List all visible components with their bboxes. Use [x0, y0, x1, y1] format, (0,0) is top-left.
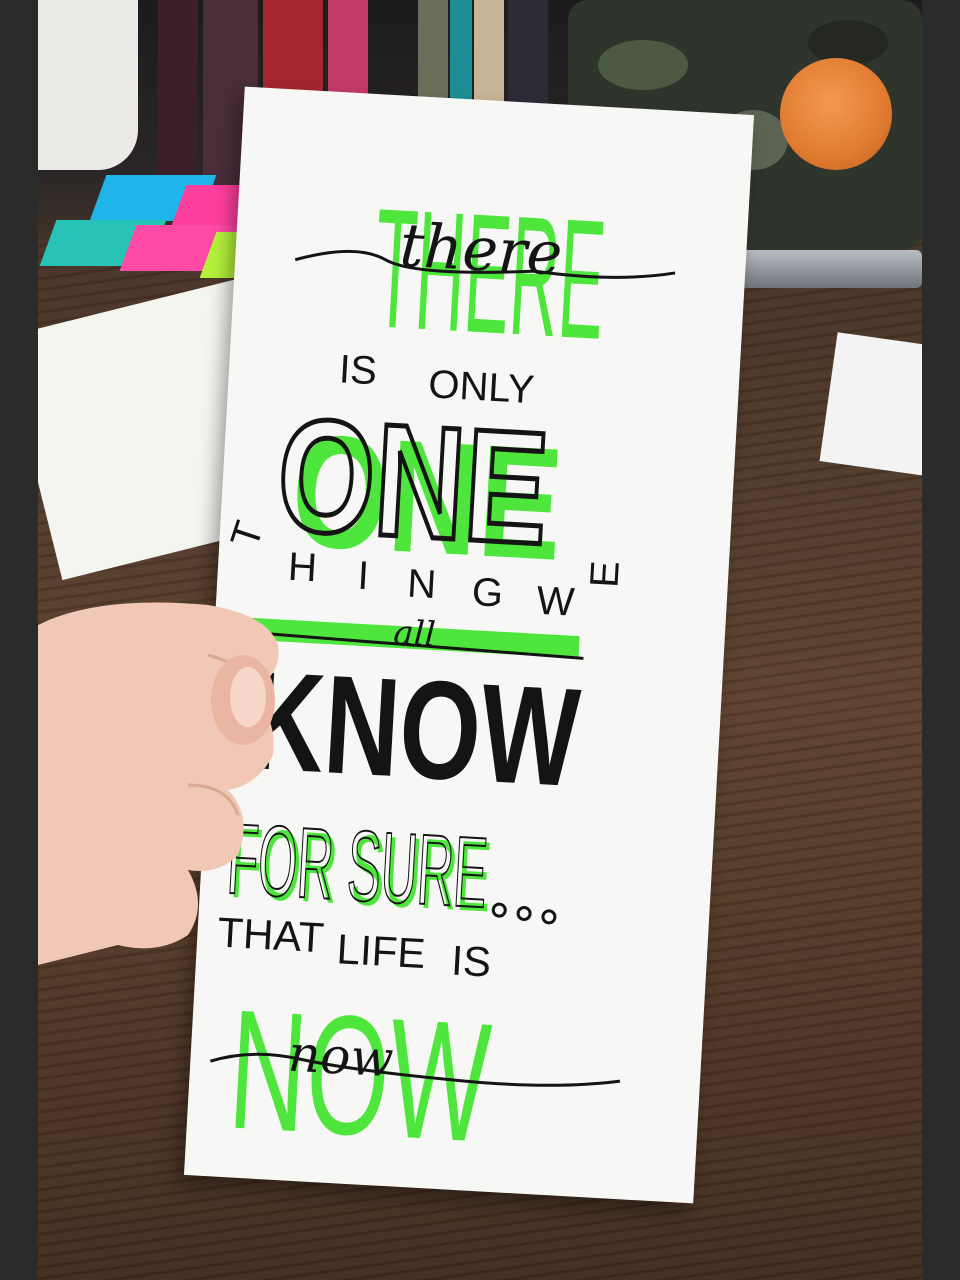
know-text: KNOW — [245, 641, 583, 816]
hand — [38, 602, 279, 965]
letter-n: N — [406, 561, 437, 607]
is-text-2: IS — [450, 937, 492, 986]
mug — [38, 0, 138, 170]
letter-t: T — [223, 516, 272, 553]
book — [158, 0, 198, 190]
letter-w: W — [535, 579, 575, 625]
now-script-text: now — [287, 1025, 395, 1089]
pen — [728, 250, 922, 288]
letter-g: G — [471, 570, 505, 616]
ellipsis-dots — [491, 902, 557, 925]
letter-h: H — [287, 545, 318, 591]
life-text: LIFE — [336, 925, 427, 977]
letter-e: E — [582, 560, 627, 589]
there-script-text: there — [398, 211, 564, 290]
orange-pin-badge — [780, 58, 892, 170]
loose-paper — [819, 332, 922, 478]
is-text: IS — [338, 347, 378, 393]
letter-i: I — [356, 554, 370, 599]
